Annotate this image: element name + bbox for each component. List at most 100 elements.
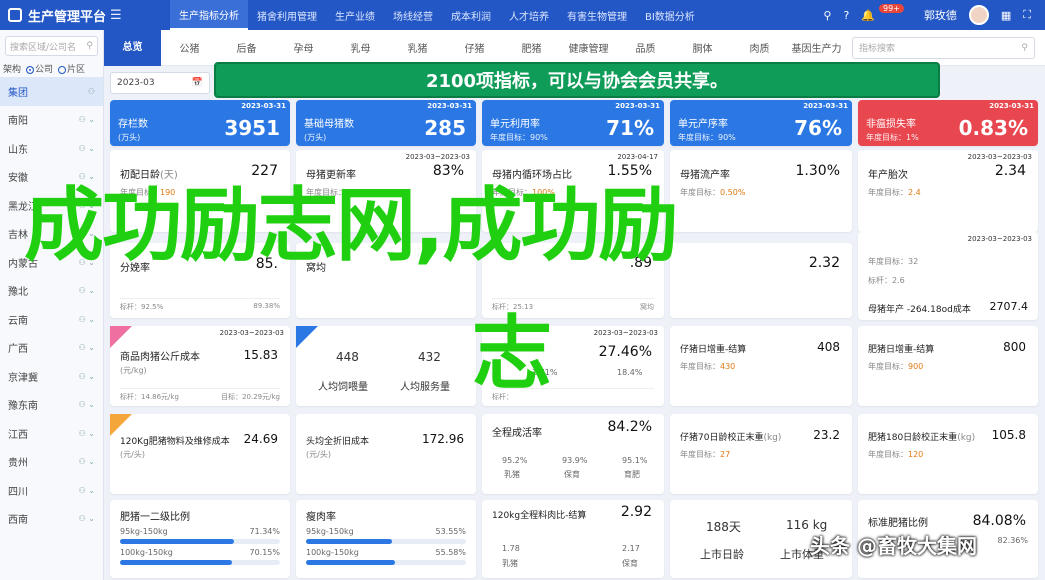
standard-ratio-card[interactable]: 标准肥猪比例 84.08% 82.36%: [858, 500, 1038, 578]
feed-cost-card[interactable]: 120Kg肥猪物料及维修成本 24.69 (元/头): [110, 414, 290, 494]
user-name[interactable]: 郭玫德: [924, 7, 957, 23]
sidebar-item[interactable]: 内蒙古 ⚇ ⌄: [0, 248, 103, 277]
sidebar-item[interactable]: 广西 ⚇ ⌄: [0, 334, 103, 363]
sidebar-item[interactable]: 山东 ⚇ ⌄: [0, 134, 103, 163]
metric-goal: 年度目标：120: [868, 450, 924, 459]
metric-value: 83%: [432, 163, 464, 179]
sidebar-item[interactable]: 豫北 ⚇ ⌄: [0, 277, 103, 306]
sidebar-item[interactable]: 吉林 ⚇ ⌄: [0, 220, 103, 249]
kpi-card[interactable]: 2023-03-31 单元产序率 年度目标：90% 76%: [670, 100, 852, 146]
tab-item[interactable]: 公猪: [161, 40, 218, 55]
fullscreen-icon[interactable]: ⛶: [1023, 8, 1031, 22]
bell-icon[interactable]: 🔔: [861, 9, 875, 22]
tab-item[interactable]: 健康管理: [560, 40, 617, 55]
date-picker[interactable]: 2023-03 📅: [110, 72, 210, 94]
tab-item[interactable]: 肉质: [731, 40, 788, 55]
kpi-card[interactable]: 2023-03-31 基础母猪数 (万头) 285: [296, 100, 476, 146]
sidebar-item[interactable]: 黑龙江 ⚇ ⌄: [0, 191, 103, 220]
depreciation-card[interactable]: 头均全折旧成本 172.96 (元/头): [296, 414, 476, 494]
labor-card[interactable]: 448 432 人均饲喂量 人均服务量: [296, 326, 476, 406]
tab-item[interactable]: 乳猪: [389, 40, 446, 55]
sidebar-item[interactable]: 集团 ⚇: [0, 77, 103, 106]
category-tabs: 总览 公猪 后备 孕母 乳母 乳猪 仔猪 肥猪 健康管理 品质 胴体 肉质 基因生产力 指标搜索 ⚲: [104, 29, 1045, 66]
topnav-item[interactable]: 生产指标分析: [170, 0, 248, 30]
sidebar-item-label: 豫北: [8, 287, 28, 299]
growth-card[interactable]: 仔猪70日龄校正末重(kg) 23.2 年度目标：27: [670, 414, 852, 494]
market-card[interactable]: 188天 116 kg 上市日龄 上市体重: [670, 500, 852, 578]
app-logo[interactable]: 生产管理平台 ☰: [0, 6, 170, 25]
metric-goal: 年度目标：100%: [492, 188, 555, 197]
topnav-item[interactable]: 猪舍利用管理: [248, 0, 326, 30]
sidebar-item[interactable]: 京津冀 ⚇ ⌄: [0, 362, 103, 391]
sidebar-search-input[interactable]: 搜索区域/公司名 ⚲: [5, 36, 98, 56]
sow-output-card[interactable]: 2023-03~2023-03 年度目标：32 标杆：2.6 母猪年产 -264…: [858, 232, 1038, 320]
litter-card[interactable]: 窝均: [296, 243, 476, 318]
topnav-item[interactable]: 人才培养: [500, 0, 558, 30]
metric-value: 227: [251, 163, 278, 179]
metric-card[interactable]: 2023-03~2023-03 年产胎次 2.34 年度目标：2.4: [858, 150, 1038, 232]
user-icon: ⚇ ⌄: [78, 143, 95, 153]
radio-company[interactable]: 公司: [26, 62, 53, 75]
metric-card[interactable]: 2023-03~2023-03 母猪更新率 83% 年度目标：90%: [296, 150, 476, 232]
grade-ratio-card[interactable]: 肥猪一二级比例 95kg-150kg 71.34% 100kg-150kg 70.1…: [110, 500, 290, 578]
cost-card[interactable]: 2023-03~2023-03 商品肉猪公斤成本 15.83 (元/kg) 标杆…: [110, 326, 290, 406]
growth-card[interactable]: 仔猪日增重-结算 408 年度目标：430: [670, 326, 852, 406]
kpi-card[interactable]: 2023-03-31 非瘟损失率 年度目标：1% 0.83%: [858, 100, 1038, 146]
kpi-date: 2023-03-31: [615, 102, 660, 110]
topnav-item[interactable]: 成本利润: [442, 0, 500, 30]
sidebar-item[interactable]: 安徽 ⚇ ⌄: [0, 163, 103, 192]
survival-card[interactable]: 全程成活率 84.2% 95.2% 93.9% 95.1% 乳猪 保育 育肥: [482, 414, 664, 494]
metric-card[interactable]: 初配日龄(天) 227 年度目标：190: [110, 150, 290, 232]
sidebar-item[interactable]: 云南 ⚇ ⌄: [0, 305, 103, 334]
search-icon: ⚲: [86, 41, 93, 51]
lean-ratio-card[interactable]: 瘦肉率 95kg-150kg 53.55% 100kg-150kg 55.58%: [296, 500, 476, 578]
topnav-item[interactable]: 有害生物管理: [558, 0, 636, 30]
grid-icon[interactable]: ▦: [1001, 9, 1011, 22]
metric-card[interactable]: 2023-04-17 母猪内循环场占比 1.55% 年度目标：100%: [482, 150, 664, 232]
growth-card[interactable]: 肥猪180日龄校正末重(kg) 105.8 年度目标：120: [858, 414, 1038, 494]
radio-architecture[interactable]: 架构: [3, 62, 21, 75]
announcement-banner: 2100项指标，可以与协会会员共享。: [214, 62, 940, 98]
sidebar-item[interactable]: 四川 ⚇ ⌄: [0, 476, 103, 505]
indicator-search-input[interactable]: 指标搜索 ⚲: [852, 36, 1035, 59]
sidebar-item[interactable]: 豫东南 ⚇ ⌄: [0, 391, 103, 420]
search-icon[interactable]: ⚲: [823, 9, 831, 22]
topnav-item[interactable]: BI数据分析: [636, 0, 704, 30]
metric-date: 2023-03~2023-03: [405, 153, 470, 161]
topnav-item[interactable]: 场线经营: [384, 0, 442, 30]
ratio-card[interactable]: 2023-03~2023-03 27.46% 1.71% 18.4% 标杆：: [482, 326, 664, 406]
weaning-card[interactable]: .89 标杆：25.13 窝均: [482, 243, 664, 318]
tab-item[interactable]: 总览: [104, 29, 161, 66]
growth-card[interactable]: 肥猪日增重-结算 800 年度目标：900: [858, 326, 1038, 406]
tab-item[interactable]: 肥猪: [503, 40, 560, 55]
topnav-item[interactable]: 生产业绩: [326, 0, 384, 30]
sidebar-item[interactable]: 南阳 ⚇ ⌄: [0, 106, 103, 135]
tab-item[interactable]: 胴体: [674, 40, 731, 55]
ribbon-icon: [110, 326, 132, 348]
farrowing-card[interactable]: 分娩率 85. 标杆：92.5% 89.38%: [110, 243, 290, 318]
sidebar-item-label: 江西: [8, 429, 28, 441]
menu-toggle-icon[interactable]: ☰: [110, 8, 122, 23]
help-icon[interactable]: ?: [843, 9, 849, 22]
sidebar-item[interactable]: 西南 ⚇ ⌄: [0, 505, 103, 534]
tab-item[interactable]: 乳母: [332, 40, 389, 55]
metric-card[interactable]: 母猪流产率 1.30% 年度目标：0.50%: [670, 150, 852, 232]
kpi-card[interactable]: 2023-03-31 单元利用率 年度目标：90% 71%: [482, 100, 664, 146]
feed-ratio-card[interactable]: 120kg全程料肉比-结算 2.92 1.78 2.17 乳猪 保育: [482, 500, 664, 578]
sidebar-item-label: 山东: [8, 144, 28, 156]
tab-item[interactable]: 品质: [617, 40, 674, 55]
tab-item[interactable]: 仔猪: [446, 40, 503, 55]
kpi-card[interactable]: 2023-03-31 存栏数 (万头) 3951: [110, 100, 290, 146]
sidebar-item-label: 内蒙古: [8, 258, 38, 270]
radio-region[interactable]: 片区: [58, 62, 85, 75]
tab-item[interactable]: 孕母: [275, 40, 332, 55]
sidebar-item-label: 南阳: [8, 116, 28, 128]
sidebar-item[interactable]: 贵州 ⚇ ⌄: [0, 448, 103, 477]
piglet-card[interactable]: 2.32: [670, 243, 852, 318]
kpi-date: 2023-03-31: [989, 102, 1034, 110]
tab-item[interactable]: 基因生产力: [788, 40, 845, 55]
tab-item[interactable]: 后备: [218, 40, 275, 55]
kpi-value: 0.83%: [958, 116, 1028, 140]
sidebar-item[interactable]: 江西 ⚇ ⌄: [0, 419, 103, 448]
avatar[interactable]: [968, 5, 989, 25]
